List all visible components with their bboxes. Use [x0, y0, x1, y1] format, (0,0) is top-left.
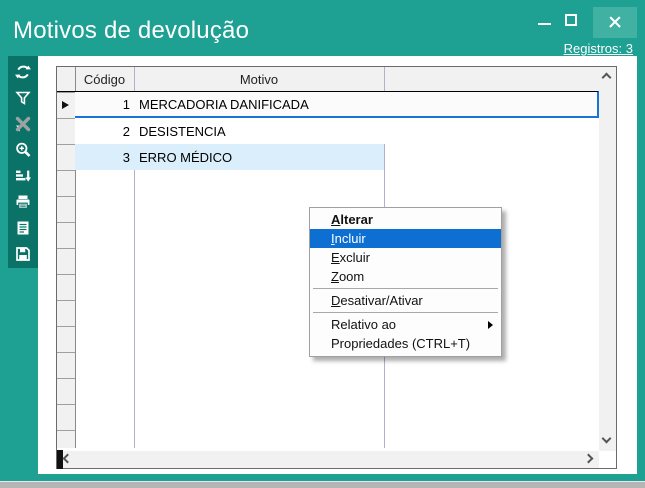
app-window: Motivos de devolução Registros: 3: [0, 0, 645, 482]
close-icon: [608, 15, 622, 29]
horizontal-scrollbar[interactable]: [57, 451, 599, 468]
table-row[interactable]: 3 ERRO MÉDICO: [75, 144, 384, 170]
current-row-indicator-cell: [57, 91, 75, 118]
menu-separator: [313, 312, 498, 313]
clear-filter-button[interactable]: [10, 111, 36, 137]
menu-item-propriedades[interactable]: Propriedades (CTRL+T): [310, 334, 501, 353]
vertical-scrollbar[interactable]: [599, 67, 616, 451]
scrollbar-corner: [599, 451, 616, 468]
scroll-left-icon[interactable]: [63, 454, 73, 464]
minimize-icon: [538, 23, 551, 25]
report-button[interactable]: [10, 215, 36, 241]
minimize-button[interactable]: [534, 10, 556, 32]
zoom-button[interactable]: [10, 137, 36, 163]
refresh-icon: [14, 63, 32, 81]
horizontal-scroll-thumb[interactable]: [57, 450, 63, 469]
filter-button[interactable]: [10, 85, 36, 111]
column-header-codigo[interactable]: Código: [75, 67, 134, 91]
column-header-empty[interactable]: [384, 67, 599, 91]
close-button[interactable]: [593, 7, 637, 38]
table-row[interactable]: 2 DESISTENCIA: [75, 118, 599, 144]
menu-item-incluir[interactable]: Incluir: [310, 229, 501, 248]
cell-motivo[interactable]: DESISTENCIA: [139, 118, 597, 144]
refresh-button[interactable]: [10, 59, 36, 85]
window-shadow: [0, 481, 645, 488]
toolbar-sidebar: [8, 56, 38, 268]
print-button[interactable]: [10, 189, 36, 215]
menu-item-excluir[interactable]: Excluir: [310, 248, 501, 267]
submenu-arrow-icon: [488, 321, 493, 329]
report-icon: [14, 219, 32, 237]
menu-item-relativo-ao[interactable]: Relativo ao: [310, 315, 501, 334]
sort-button[interactable]: [10, 163, 36, 189]
save-button[interactable]: [10, 241, 36, 267]
scroll-down-icon[interactable]: [602, 434, 612, 444]
print-icon: [14, 193, 32, 211]
table-row-selected[interactable]: 1 MERCADORIA DANIFICADA: [75, 91, 599, 118]
cell-codigo[interactable]: 3: [75, 144, 130, 170]
current-row-marker-icon: [62, 101, 69, 109]
registros-link[interactable]: Registros: 3: [564, 41, 633, 56]
filter-icon: [14, 89, 32, 107]
menu-item-zoom[interactable]: Zoom: [310, 267, 501, 286]
save-icon: [14, 245, 32, 263]
scroll-up-icon[interactable]: [602, 73, 612, 83]
cell-motivo[interactable]: MERCADORIA DANIFICADA: [139, 92, 595, 116]
column-header-motivo[interactable]: Motivo: [134, 67, 384, 91]
maximize-icon: [565, 14, 577, 26]
context-menu: Alterar Incluir Excluir Zoom Desativar/A…: [309, 207, 502, 357]
menu-separator: [313, 288, 498, 289]
cell-motivo[interactable]: ERRO MÉDICO: [139, 144, 382, 170]
maximize-button[interactable]: [560, 8, 584, 32]
row-indicator-column: [57, 67, 75, 448]
menu-item-alterar[interactable]: Alterar: [310, 210, 501, 229]
cell-codigo[interactable]: 1: [75, 92, 130, 116]
clear-filter-icon: [14, 115, 32, 133]
menu-item-desativar-ativar[interactable]: Desativar/Ativar: [310, 291, 501, 310]
zoom-icon: [14, 141, 32, 159]
page-title: Motivos de devolução: [13, 17, 249, 45]
scroll-right-icon[interactable]: [584, 454, 594, 464]
sort-icon: [14, 167, 32, 185]
cell-codigo[interactable]: 2: [75, 118, 130, 144]
